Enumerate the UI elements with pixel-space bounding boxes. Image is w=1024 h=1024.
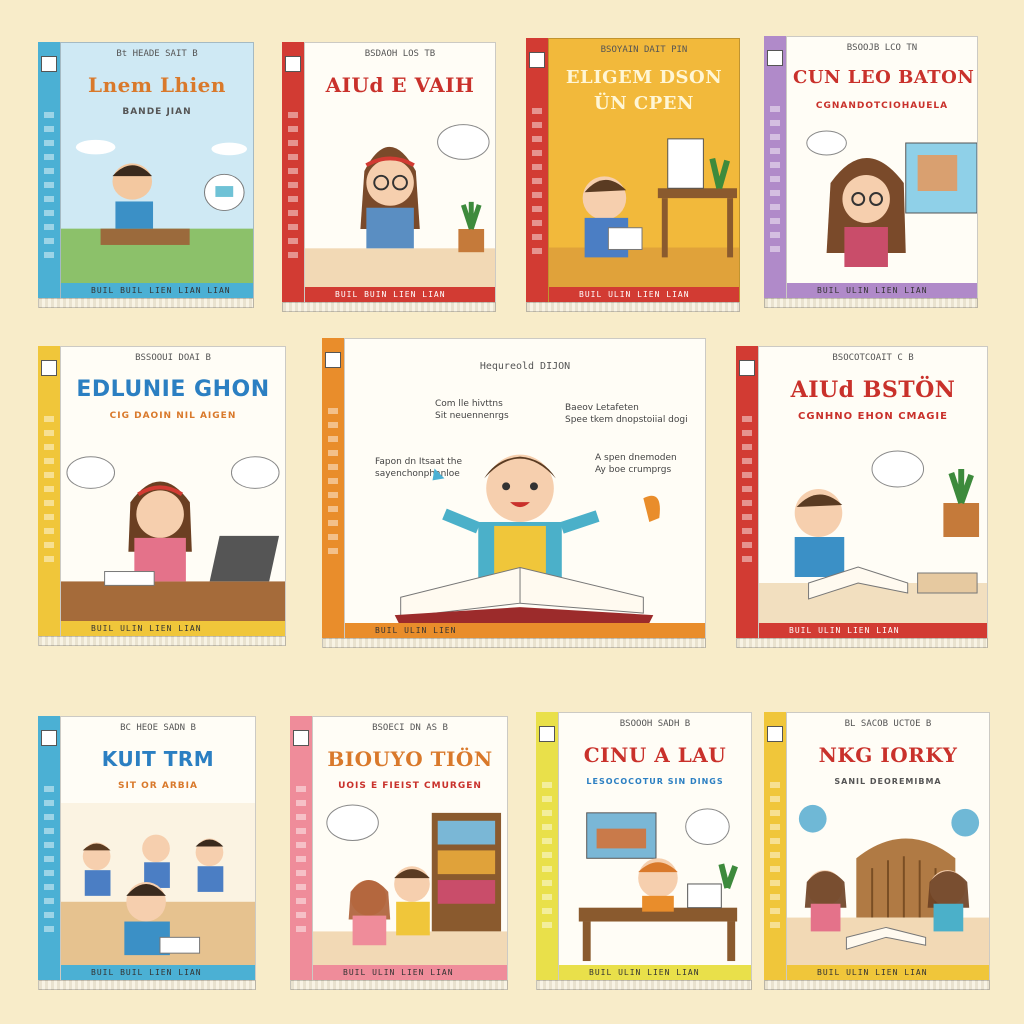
book-title: KUIT TRM [101,747,215,771]
book-subtitle: CGNANDOTCIOHAUELA [815,101,949,111]
book-spine [536,712,560,982]
bottom-band: BUIL ULIN LIEN LIAN [61,621,285,637]
book-title: NKG IORKY [818,743,958,767]
book-front: BSSOOUI DOAI B EDLUNIE GHON CIG DAOIN NI… [60,346,286,638]
bottom-band: BUIL ULIN LIEN LIAN [559,965,751,981]
publisher-logo [767,50,783,66]
series-label: BSOOJB LCO TN [846,43,918,53]
book-front: BSOOOH SADH B CINU A LAU LESOCOCOTUR SIN… [558,712,752,982]
publisher-logo [285,56,301,72]
book-front: Hequreold DIJON Com lle hivttns Sit neue… [344,338,706,640]
book-cover-10[interactable]: BSOOOH SADH B CINU A LAU LESOCOCOTUR SIN… [536,712,752,990]
cover-illustration [61,803,255,965]
bottom-band: BUIL ULIN LIEN LIAN [759,623,987,639]
book-title: BIOUYO TIÖN [327,747,493,771]
book-cover-8[interactable]: BC HEOE SADN B KUIT TRM SIT OR ARBIA BUI… [38,716,256,990]
publisher-logo [293,730,309,746]
series-label: BSOOOH SADH B [619,719,691,729]
book-title: AIUd BSTÖN [790,377,956,403]
publisher-logo [539,726,555,742]
book-title: Lnem Lhien [88,73,226,97]
book-cover-9[interactable]: BSOECI DN AS B BIOUYO TIÖN UOIS E FIEIST… [290,716,508,990]
publisher-logo [767,726,783,742]
book-cover-11[interactable]: BL SACOB UCTOE B NKG IORKY SANIL DEOREMI… [764,712,990,990]
book-front: BSOCOTCOAIT C B AIUd BSTÖN CGNHNÖ EHON C… [758,346,988,640]
book-spine [290,716,314,982]
book-cover-7[interactable]: BSOCOTCOAIT C B AIUd BSTÖN CGNHNÖ EHON C… [736,346,988,648]
publisher-logo [41,56,57,72]
book-front: BSOYAIN DAIT PIN ELIGEM DSON ÜN CPEN BUI… [548,38,740,304]
book-front: BC HEOE SADN B KUIT TRM SIT OR ARBIA BUI… [60,716,256,982]
bottom-band: BUIL BUIL LIEN LIAN LIAN [61,283,253,299]
cover-illustration [759,433,987,623]
book-spine [282,42,306,304]
series-label: BL SACOB UCTOE B [844,719,932,729]
book-title: EDLUNIE GHON [76,377,270,402]
series-label: BSDAOH LOS TB [364,49,436,59]
book-spine [322,338,346,640]
series-label: BSOYAIN DAIT PIN [600,45,688,55]
publisher-logo [41,730,57,746]
series-label: BC HEOE SADN B [120,723,196,733]
bottom-band: BUIL BUIN LIEN LIAN [305,287,495,303]
publisher-logo [41,360,57,376]
cover-illustration [549,129,739,287]
book-title: CUN LEO BATON [793,67,975,88]
book-front: BSDAOH LOS TB AIUd E VAIH BUIL BUIN LIEN… [304,42,496,304]
book-cover-1[interactable]: Bt HEADE SAIT B Lnem Lhien BANDE JIAN BU… [38,42,254,308]
book-subtitle: BANDE JIAN [122,107,192,117]
book-spine [736,346,760,640]
cover-illustration [787,799,989,965]
series-label: BSOECI DN AS B [372,723,448,733]
book-front: BSOECI DN AS B BIOUYO TIÖN UOIS E FIEIST… [312,716,508,982]
bottom-band: BUIL BUIL LIEN LIAN [61,965,255,981]
book-spine [764,36,788,300]
annotation: Baeov Letafeten [565,403,639,413]
book-cover-5[interactable]: BSSOOUI DOAI B EDLUNIE GHON CIG DAOIN NI… [38,346,286,646]
cover-illustration [787,123,977,283]
book-title: ELIGEM DSON ÜN CPEN [565,67,723,114]
bottom-band: BUIL ULIN LIEN LIAN [787,965,989,981]
cover-illustration [345,419,705,623]
bottom-band: BUIL ULIN LIEN LIAN [313,965,507,981]
book-subtitle: SIT OR ARBIA [118,781,198,791]
book-subtitle: CIG DAOIN NIL AIGEN [109,411,237,421]
publisher-logo [529,52,545,68]
series-label: Bt HEADE SAIT B [116,49,198,59]
series-label: BSOCOTCOAIT C B [832,353,914,363]
bottom-band: BUIL ULIN LIEN LIAN [787,283,977,299]
cover-illustration [559,799,751,965]
book-subtitle: SANIL DEOREMIBMA [834,777,942,786]
book-spine [526,38,550,304]
book-front: BSOOJB LCO TN CUN LEO BATON CGNANDOTCIOH… [786,36,978,300]
book-front: BL SACOB UCTOE B NKG IORKY SANIL DEOREMI… [786,712,990,982]
book-title: AIUd E VAIH [325,73,475,97]
series-label: BSSOOUI DOAI B [135,353,211,363]
bottom-band: BUIL ULIN LIEN [345,623,705,639]
cover-illustration [61,433,285,621]
book-spine [38,42,62,300]
book-front: Bt HEADE SAIT B Lnem Lhien BANDE JIAN BU… [60,42,254,300]
bottom-band: BUIL ULIN LIEN LIAN [549,287,739,303]
book-spine [38,716,62,982]
book-subtitle: CGNHNÖ EHON CMAGIE [798,411,948,422]
book-subtitle: UOIS E FIEIST CMURGEN [338,781,482,791]
annotation: Com lle hivttns [435,399,503,409]
book-spine [764,712,788,982]
cover-illustration [61,129,253,283]
publisher-logo [739,360,755,376]
book-cover-3[interactable]: BSOYAIN DAIT PIN ELIGEM DSON ÜN CPEN BUI… [526,38,740,312]
cover-illustration [305,113,495,287]
series-label: Hequreold DIJON [479,361,571,372]
book-title: CINU A LAU [583,743,727,767]
book-spine [38,346,62,638]
book-subtitle: LESOCOCOTUR SIN DINGS [586,777,724,786]
cover-illustration [313,803,507,965]
book-cover-4[interactable]: BSOOJB LCO TN CUN LEO BATON CGNANDOTCIOH… [764,36,978,308]
book-cover-6[interactable]: Hequreold DIJON Com lle hivttns Sit neue… [322,338,706,648]
publisher-logo [325,352,341,368]
book-cover-2[interactable]: BSDAOH LOS TB AIUd E VAIH BUIL BUIN LIEN… [282,42,496,312]
